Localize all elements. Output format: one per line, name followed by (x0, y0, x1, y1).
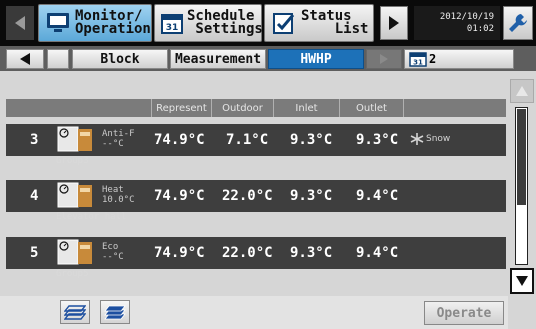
time-text: 01:02 (466, 24, 494, 34)
header-blank (6, 99, 152, 117)
represent-temp: 74.9°C (154, 188, 205, 204)
wrench-icon (509, 14, 527, 32)
calendar-icon: 31 (409, 51, 427, 67)
tab-spacer (47, 49, 69, 69)
menu-scroll-right-button[interactable] (380, 6, 408, 40)
status-list-icon (271, 10, 297, 36)
date-text: 2012/10/19 (439, 12, 494, 22)
setpoint-text: --°C (102, 252, 124, 262)
calendar-icon: 31 (161, 10, 183, 36)
status-list-button[interactable]: Status List (264, 4, 374, 42)
unit-number: 5 (30, 245, 39, 261)
snowflake-icon (410, 133, 424, 145)
hwhp-monitor-screen: Monitor/ Operation 31 Schedule Settings … (0, 0, 536, 329)
floor-number: 2 (429, 52, 437, 66)
table-row[interactable]: 4 Heat 10.0°C 74.9°C 22.0°C 9.3°C 9.4°C (6, 180, 506, 212)
unit-list: Represent Outdoor Inlet Outlet 3 Anti-F … (0, 71, 508, 296)
hot-water-unit-icon (57, 126, 92, 152)
play-icon (389, 16, 399, 30)
layer-outline-button[interactable] (60, 300, 90, 324)
monitor-operation-button[interactable]: Monitor/ Operation (38, 4, 152, 42)
outdoor-temp: 22.0°C (222, 188, 273, 204)
floor-selector[interactable]: 31 2 (404, 49, 514, 69)
left-arrow-icon (20, 53, 30, 65)
status-text: Snow (426, 134, 451, 144)
status-indicator: Snow (410, 133, 450, 145)
mode-text: Heat (102, 185, 124, 195)
represent-temp: 74.9°C (154, 132, 205, 148)
mode-text: Anti-F (102, 129, 135, 139)
represent-temp: 74.9°C (154, 245, 205, 261)
monitor-operation-label: Monitor/ Operation (75, 8, 151, 37)
inlet-temp: 9.3°C (290, 245, 333, 261)
unit-number: 4 (30, 188, 39, 204)
inlet-temp: 9.3°C (290, 188, 333, 204)
setpoint-text: --°C (102, 139, 124, 149)
group-name: Elevator hall (56, 212, 127, 222)
operate-button[interactable]: Operate (424, 301, 504, 325)
layers-filled-icon (104, 305, 126, 320)
top-menu-bar: Monitor/ Operation 31 Schedule Settings … (0, 0, 536, 46)
svg-text:31: 31 (166, 23, 179, 33)
menu-scroll-left-button[interactable] (6, 6, 34, 40)
header-represent: Represent (152, 99, 212, 117)
mode-info: Eco --°C (102, 242, 124, 262)
monitor-icon (45, 10, 71, 36)
outlet-temp: 9.4°C (356, 245, 399, 261)
group-name: Group3 (56, 156, 89, 166)
date-time-display: 2012/10/19 01:02 (414, 6, 500, 40)
scroll-thumb[interactable] (517, 109, 526, 205)
schedule-settings-button[interactable]: 31 Schedule Settings (154, 4, 263, 42)
svg-text:31: 31 (413, 59, 423, 67)
mode-info: Heat 10.0°C (102, 185, 135, 205)
header-inlet: Inlet (274, 99, 340, 117)
tab-scroll-left-button[interactable] (6, 49, 44, 69)
tab-scroll-right-button[interactable] (366, 49, 402, 69)
layer-filled-button[interactable] (100, 300, 130, 324)
mode-info: Anti-F --°C (102, 129, 135, 149)
outdoor-temp: 7.1°C (226, 132, 269, 148)
schedule-settings-label: Schedule Settings (187, 8, 263, 37)
unit-number: 3 (30, 132, 39, 148)
layers-outline-icon (64, 305, 86, 320)
setpoint-text: 10.0°C (102, 195, 135, 205)
scroll-down-icon (516, 276, 528, 286)
maintenance-button[interactable] (503, 6, 533, 40)
outlet-temp: 9.4°C (356, 188, 399, 204)
scroll-up-icon (516, 86, 528, 96)
tab-hwhp[interactable]: HWHP (268, 49, 364, 69)
mode-text: Eco (102, 242, 119, 252)
outdoor-temp: 22.0°C (222, 245, 273, 261)
scroll-down-button[interactable] (510, 268, 534, 294)
table-row[interactable]: 3 Anti-F --°C 74.9°C 7.1°C 9.3°C 9.3°C S… (6, 124, 506, 156)
scroll-up-button[interactable] (510, 79, 534, 103)
table-row[interactable]: 5 Eco --°C 74.9°C 22.0°C 9.3°C 9.4°C (6, 237, 506, 269)
header-outlet: Outlet (340, 99, 404, 117)
list-scrollbar (508, 71, 536, 329)
inlet-temp: 9.3°C (290, 132, 333, 148)
bottom-toolbar: Operate (0, 296, 508, 329)
scroll-track[interactable] (515, 107, 528, 265)
header-outdoor: Outdoor (212, 99, 274, 117)
hot-water-unit-icon (57, 182, 92, 208)
group-name: Group5 (56, 269, 89, 279)
outlet-temp: 9.3°C (356, 132, 399, 148)
tab-block[interactable]: Block (72, 49, 168, 69)
left-arrow-icon (15, 16, 25, 30)
play-icon (380, 54, 388, 64)
tab-measurement[interactable]: Measurement (170, 49, 266, 69)
status-list-label: Status List (301, 8, 369, 37)
view-tab-row: Block Measurement HWHP 31 2 (0, 46, 536, 71)
column-header-bar: Represent Outdoor Inlet Outlet (6, 99, 506, 117)
hot-water-unit-icon (57, 239, 92, 265)
